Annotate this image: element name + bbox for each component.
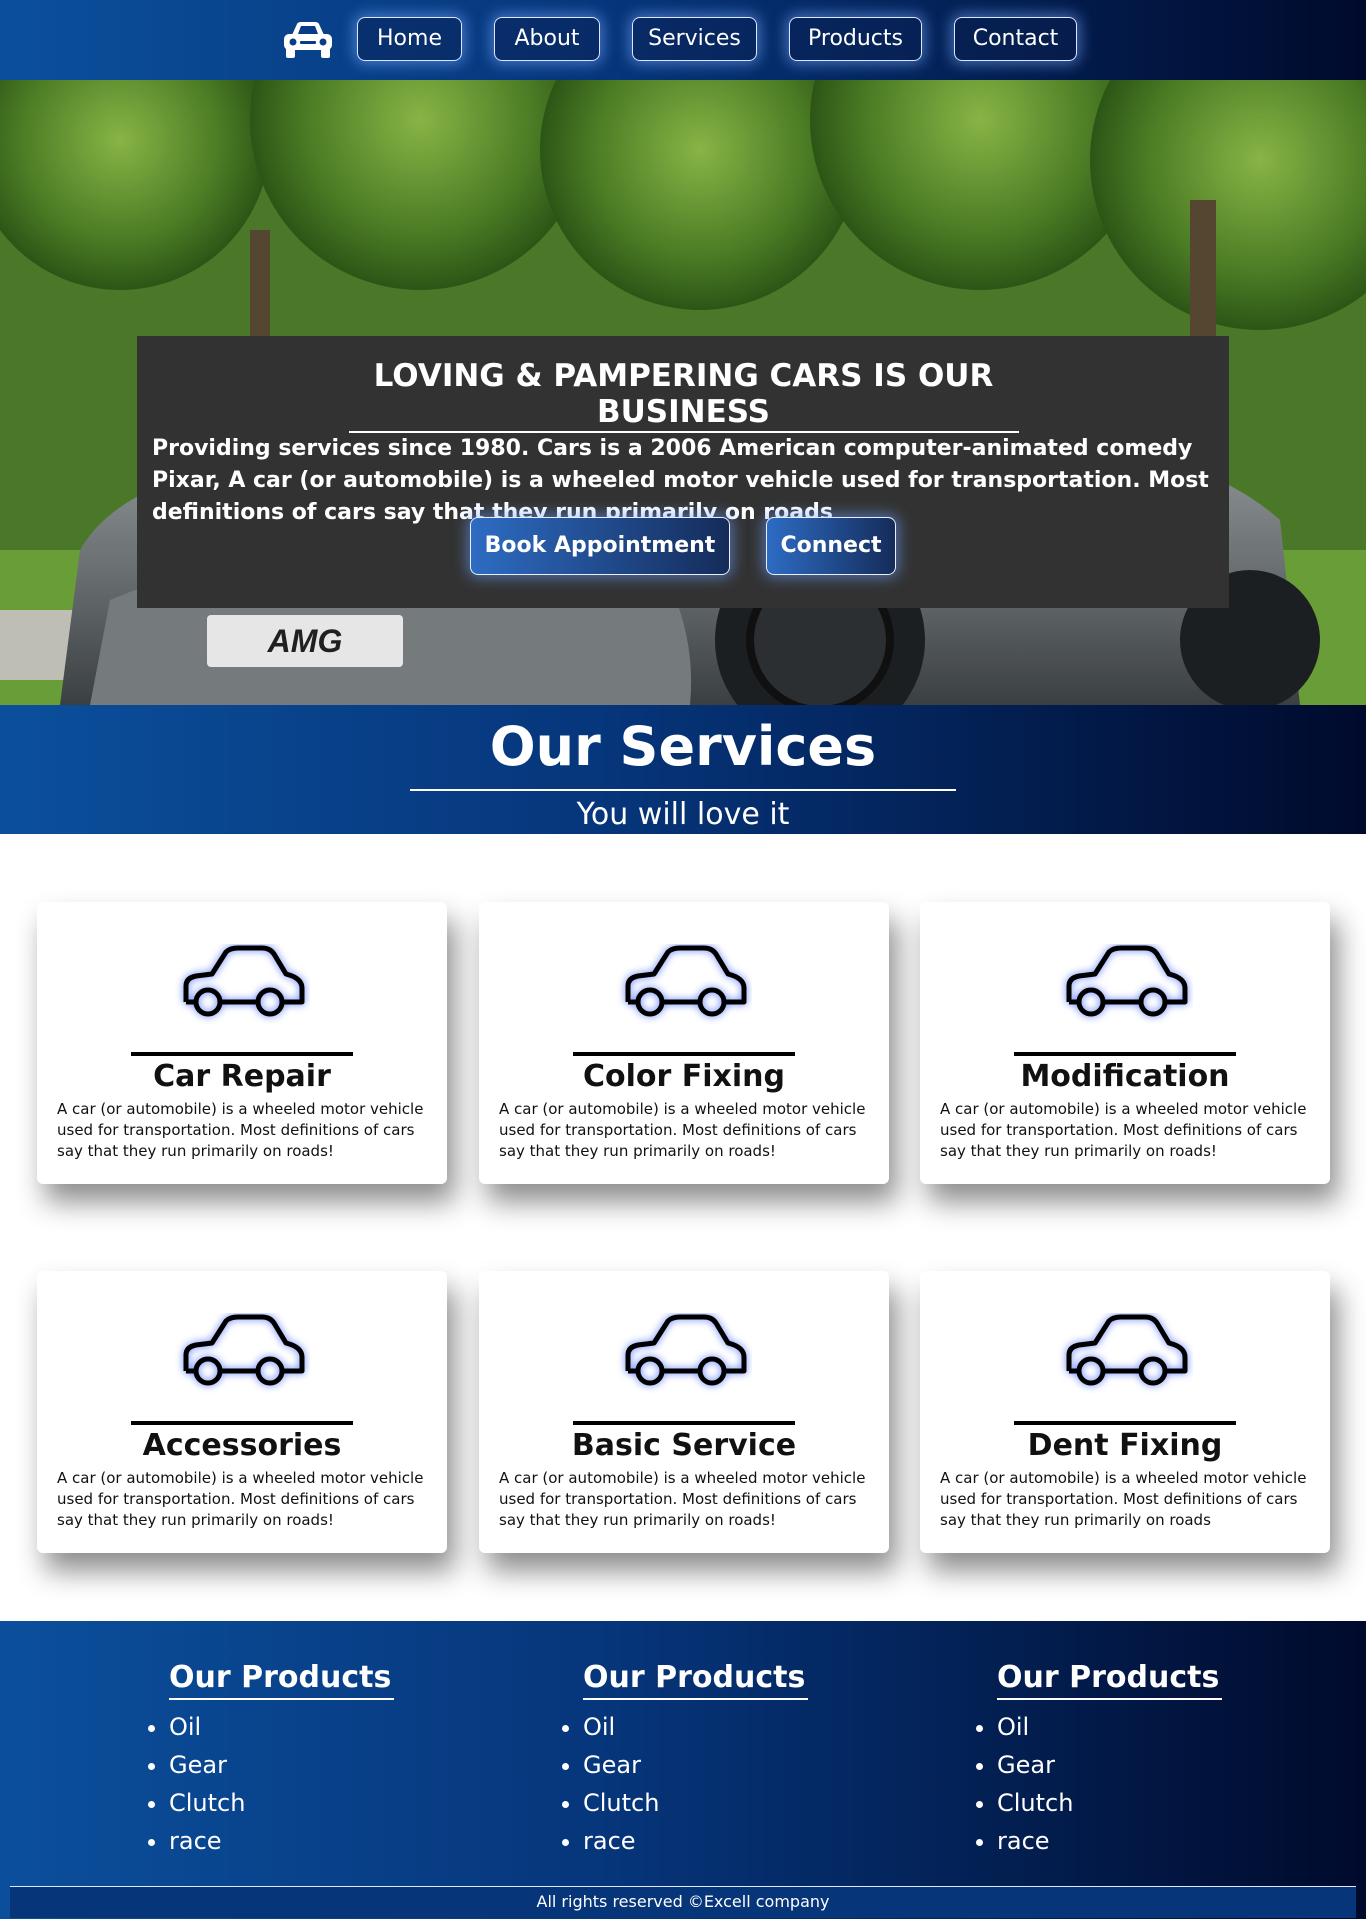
hero-actions: Book Appointment Connect (137, 517, 1229, 577)
service-card[interactable]: Basic Service A car (or automobile) is a… (479, 1271, 889, 1553)
footer: Our Products Oil Gear Clutch race Our Pr… (0, 1621, 1366, 1919)
top-navbar: Home About Services Products Contact (0, 0, 1366, 80)
service-card[interactable]: Color Fixing A car (or automobile) is a … (479, 902, 889, 1184)
product-link[interactable]: Oil (583, 1708, 659, 1746)
product-link[interactable]: Oil (169, 1708, 245, 1746)
card-title: Modification (1020, 1059, 1230, 1094)
card-divider (131, 1421, 353, 1425)
product-link[interactable]: Clutch (997, 1784, 1073, 1822)
product-list: Oil Gear Clutch race (968, 1708, 1073, 1860)
footer-column-title: Our Products (583, 1658, 809, 1700)
product-link[interactable]: race (997, 1822, 1073, 1860)
footer-column-title: Our Products (997, 1658, 1223, 1700)
product-link[interactable]: race (583, 1822, 659, 1860)
card-divider (573, 1052, 795, 1056)
card-text: A car (or automobile) is a wheeled motor… (499, 1100, 866, 1160)
nav-services[interactable]: Services (632, 17, 757, 61)
product-link[interactable]: Gear (169, 1746, 245, 1784)
car-outline-icon (1066, 945, 1188, 1017)
card-divider (573, 1421, 795, 1425)
card-title: Dent Fixing (1027, 1428, 1223, 1463)
card-text: A car (or automobile) is a wheeled motor… (940, 1100, 1307, 1160)
product-list: Oil Gear Clutch race (554, 1708, 659, 1860)
services-title: Our Services (489, 715, 877, 778)
copyright: All rights reserved ©Excell company (10, 1886, 1356, 1918)
car-outline-icon (183, 1314, 305, 1386)
card-title: Car Repair (153, 1059, 331, 1094)
product-link[interactable]: Gear (583, 1746, 659, 1784)
card-divider (131, 1052, 353, 1056)
nav-about[interactable]: About (494, 17, 600, 61)
product-link[interactable]: Clutch (169, 1784, 245, 1822)
card-text: A car (or automobile) is a wheeled motor… (57, 1469, 424, 1529)
car-outline-icon (183, 945, 305, 1017)
product-link[interactable]: Gear (997, 1746, 1073, 1784)
nav-contact[interactable]: Contact (954, 17, 1077, 61)
footer-column-title: Our Products (169, 1658, 395, 1700)
service-card[interactable]: Modification A car (or automobile) is a … (920, 902, 1330, 1184)
nav-home[interactable]: Home (357, 17, 462, 61)
card-text: A car (or automobile) is a wheeled motor… (940, 1469, 1307, 1529)
car-outline-icon (625, 1314, 747, 1386)
card-text: A car (or automobile) is a wheeled motor… (499, 1469, 866, 1529)
card-text: A car (or automobile) is a wheeled motor… (57, 1100, 424, 1160)
card-title: Accessories (142, 1428, 342, 1463)
hero-banner: AMG LOVING & PAMPERING CARS IS OUR BUSIN… (0, 80, 1366, 705)
product-link[interactable]: Oil (997, 1708, 1073, 1746)
card-title: Color Fixing (582, 1059, 785, 1094)
services-subtitle: You will love it (576, 797, 790, 832)
service-card[interactable]: Accessories A car (or automobile) is a w… (37, 1271, 447, 1553)
card-divider (1014, 1052, 1236, 1056)
hero-description: Providing services since 1980. Cars is a… (152, 436, 1209, 525)
hero-title: LOVING & PAMPERING CARS IS OUR BUSINESS (348, 358, 1019, 433)
book-appointment-button[interactable]: Book Appointment (470, 517, 730, 575)
car-outline-icon (1066, 1314, 1188, 1386)
card-title: Basic Service (571, 1428, 797, 1463)
nav-products[interactable]: Products (789, 17, 922, 61)
connect-button[interactable]: Connect (766, 517, 896, 575)
car-outline-icon (625, 945, 747, 1017)
services-divider (410, 789, 956, 791)
service-card[interactable]: Car Repair A car (or automobile) is a wh… (37, 902, 447, 1184)
car-front-icon[interactable] (282, 20, 334, 60)
product-link[interactable]: race (169, 1822, 245, 1860)
product-link[interactable]: Clutch (583, 1784, 659, 1822)
card-divider (1014, 1421, 1236, 1425)
hero-overlay-box: LOVING & PAMPERING CARS IS OUR BUSINESS … (137, 336, 1229, 608)
product-list: Oil Gear Clutch race (140, 1708, 245, 1860)
service-card[interactable]: Dent Fixing A car (or automobile) is a w… (920, 1271, 1330, 1553)
services-header: Our Services You will love it (0, 705, 1366, 834)
